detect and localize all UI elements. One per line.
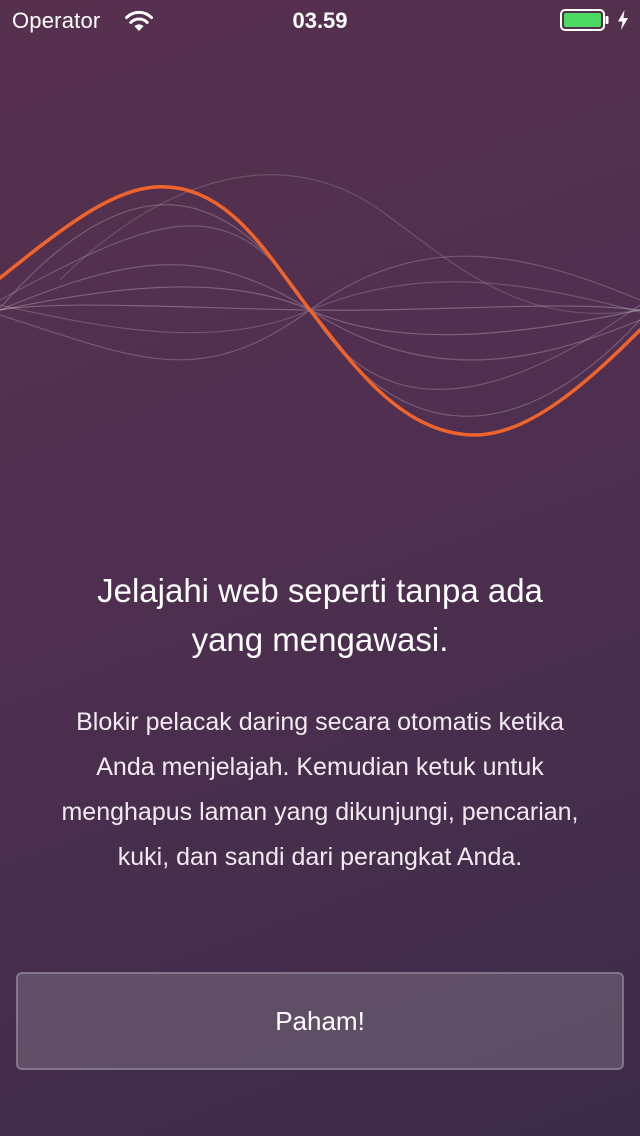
onboarding-headline: Jelajahi web seperti tanpa ada yang meng… <box>30 566 610 664</box>
got-it-button[interactable]: Paham! <box>16 972 624 1070</box>
battery-icon <box>560 9 609 31</box>
description-line: Blokir pelacak daring secara otomatis ke… <box>76 708 564 736</box>
onboarding-description: Blokir pelacak daring secara otomatis ke… <box>18 700 622 880</box>
description-line: Anda menjelajah. Kemudian ketuk untuk <box>96 753 544 781</box>
status-bar: Operator 03.59 <box>0 0 640 40</box>
headline-line: yang mengawasi. <box>191 621 449 658</box>
charging-bolt-icon <box>618 10 628 30</box>
sound-wave-illustration <box>0 174 640 437</box>
carrier-name: Operator <box>12 8 101 33</box>
wifi-icon <box>125 10 153 31</box>
description-line: menghapus laman yang dikunjungi, pencari… <box>61 798 579 826</box>
headline-line: Jelajahi web seperti tanpa ada <box>97 572 543 609</box>
description-line: kuki, dan sandi dari perangkat Anda. <box>117 843 523 871</box>
